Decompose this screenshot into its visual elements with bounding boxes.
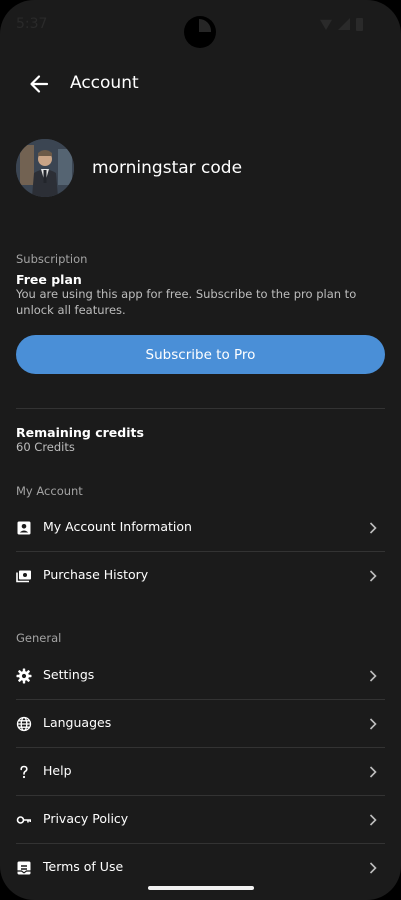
status-time: 5:37 xyxy=(16,16,48,32)
chevron-right-icon xyxy=(369,718,377,730)
menu-item-privacy-policy[interactable]: Privacy Policy xyxy=(16,796,385,844)
menu-item-label: Languages xyxy=(43,715,112,730)
my-account-section-label: My Account xyxy=(16,484,83,498)
status-icons xyxy=(320,17,363,31)
battery-icon xyxy=(356,17,363,31)
plan-title: Free plan xyxy=(16,272,82,287)
menu-item-label: Privacy Policy xyxy=(43,811,129,826)
signal-icon xyxy=(338,18,350,30)
general-section-label: General xyxy=(16,631,62,645)
page-title: Account xyxy=(70,73,139,93)
divider xyxy=(16,408,385,409)
plan-description: You are using this app for free. Subscri… xyxy=(16,287,357,317)
credits-value: 60 Credits xyxy=(16,440,75,454)
menu-item-terms-of-use[interactable]: Terms of Use xyxy=(16,844,385,892)
document-icon xyxy=(17,861,31,875)
subscribe-button-label: Subscribe to Pro xyxy=(145,346,256,363)
menu-item-label: Help xyxy=(43,763,72,778)
subscribe-button[interactable]: Subscribe to Pro xyxy=(16,335,385,374)
wifi-icon xyxy=(320,19,332,30)
menu-item-label: My Account Information xyxy=(43,519,192,534)
chevron-right-icon xyxy=(369,766,377,778)
gear-icon xyxy=(16,668,32,684)
globe-icon xyxy=(16,716,32,732)
menu-item-help[interactable]: Help xyxy=(16,748,385,796)
app-header: Account xyxy=(0,64,401,104)
menu-item-account-information[interactable]: My Account Information xyxy=(16,504,385,552)
menu-item-languages[interactable]: Languages xyxy=(16,700,385,748)
menu-item-label: Settings xyxy=(43,667,95,682)
profile-name: morningstar code xyxy=(92,158,243,178)
chevron-right-icon xyxy=(369,862,377,874)
home-indicator[interactable] xyxy=(148,886,254,890)
menu-item-purchase-history[interactable]: Purchase History xyxy=(16,552,385,600)
purchase-history-icon xyxy=(16,570,31,583)
menu-item-label: Terms of Use xyxy=(43,859,124,874)
menu-item-label: Purchase History xyxy=(43,567,149,582)
profile-photo xyxy=(16,139,74,197)
subscription-section-label: Subscription xyxy=(16,252,88,266)
question-icon xyxy=(20,765,28,779)
arrow-left-icon xyxy=(30,75,49,93)
key-icon xyxy=(16,816,31,824)
app-screen: 5:37 Account morningstar code Subscripti… xyxy=(0,0,401,900)
chevron-right-icon xyxy=(369,522,377,534)
account-box-icon xyxy=(17,521,31,535)
chevron-right-icon xyxy=(369,814,377,826)
status-bar: 5:37 xyxy=(0,0,401,52)
camera-cutout xyxy=(184,16,216,48)
avatar[interactable] xyxy=(16,139,74,197)
menu-item-settings[interactable]: Settings xyxy=(16,652,385,700)
chevron-right-icon xyxy=(369,570,377,582)
back-button[interactable] xyxy=(24,70,54,98)
credits-title: Remaining credits xyxy=(16,425,144,440)
chevron-right-icon xyxy=(369,670,377,682)
